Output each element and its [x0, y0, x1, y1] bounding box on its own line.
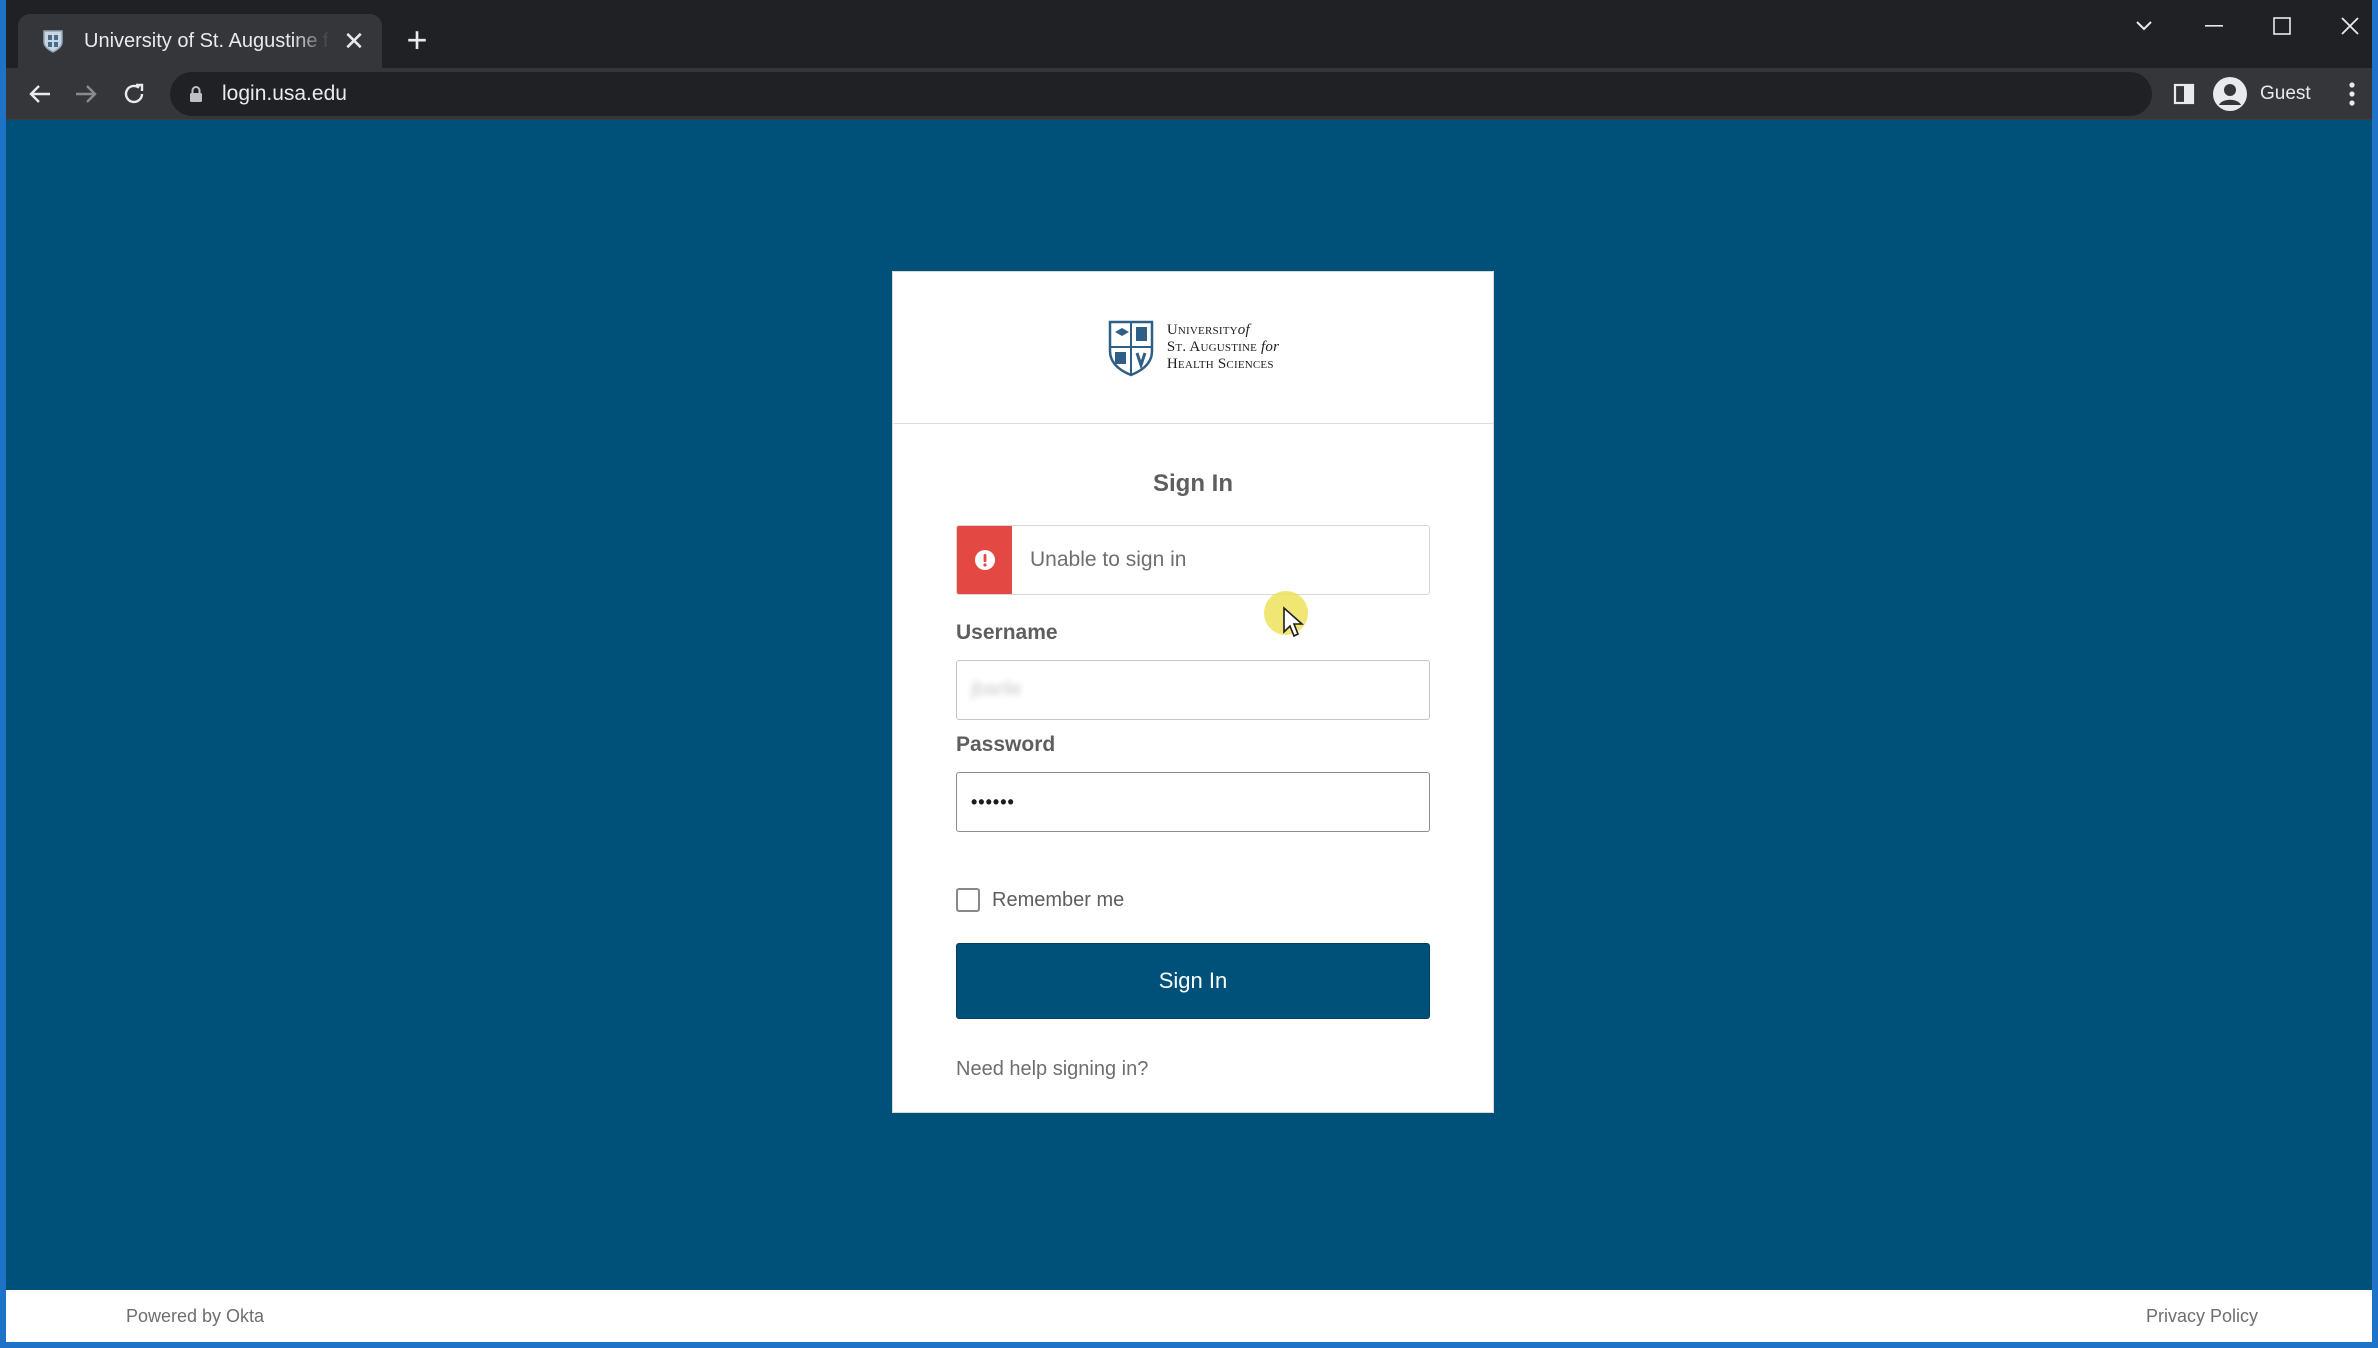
back-arrow-icon[interactable]	[20, 74, 60, 114]
password-input[interactable]: ••••••	[956, 772, 1430, 832]
signin-title: Sign In	[1153, 470, 1233, 497]
window-close-icon[interactable]	[2322, 6, 2372, 46]
username-label: Username	[956, 621, 1058, 644]
powered-by-okta: Powered by Okta	[126, 1305, 265, 1326]
maximize-icon[interactable]	[2254, 6, 2310, 46]
page-footer: Powered by Okta Privacy Policy	[6, 1290, 2372, 1342]
guest-avatar-icon	[2213, 77, 2247, 111]
username-input[interactable]: jbarile	[956, 660, 1430, 720]
shield-favicon-icon	[43, 30, 63, 53]
university-crest-icon	[1108, 320, 1154, 376]
tab-strip: University of St. Augustine for Health S…	[6, 0, 2372, 68]
signin-card: Universityof St. Augustine for Health Sc…	[892, 271, 1494, 1113]
tab-search-chevron-icon[interactable]	[2116, 6, 2172, 46]
mouse-pointer-icon	[1283, 606, 1304, 638]
forward-arrow-icon[interactable]	[66, 74, 106, 114]
remember-me-label: Remember me	[992, 888, 1125, 911]
signin-button[interactable]: Sign In	[956, 943, 1430, 1019]
profile-label: Guest	[2260, 83, 2311, 104]
reload-icon[interactable]	[114, 74, 154, 114]
address-bar[interactable]: login.usa.edu	[170, 72, 2152, 116]
card-header: Universityof St. Augustine for Health Sc…	[893, 272, 1493, 424]
browser-window: University of St. Augustine for Health S…	[6, 0, 2372, 1342]
browser-tab[interactable]: University of St. Augustine for Health S…	[18, 14, 382, 68]
university-logo: Universityof St. Augustine for Health Sc…	[1107, 319, 1279, 377]
profile-button[interactable]: Guest	[2212, 74, 2328, 114]
password-label: Password	[956, 733, 1056, 756]
lock-icon	[190, 86, 202, 102]
exclamation-icon	[974, 550, 995, 570]
minimize-icon[interactable]	[2186, 6, 2242, 46]
menu-kebab-icon[interactable]	[2332, 74, 2372, 114]
new-tab-button[interactable]: +	[398, 22, 436, 60]
tab-close-icon[interactable]: ✕	[340, 27, 368, 55]
username-value: jbarile	[971, 679, 1022, 700]
university-logo-wordmark: Universityof St. Augustine for Health Sc…	[1166, 322, 1280, 372]
remember-me[interactable]: Remember me	[956, 888, 1124, 912]
error-alert-icon-box	[957, 526, 1012, 594]
remember-me-checkbox[interactable]	[956, 888, 980, 912]
error-alert: Unable to sign in	[956, 525, 1430, 595]
url-text: login.usa.edu	[222, 82, 347, 105]
side-panel-icon[interactable]	[2164, 74, 2204, 114]
privacy-policy-link[interactable]: Privacy Policy	[2146, 1306, 2258, 1327]
password-value: ••••••	[971, 791, 1015, 812]
help-link[interactable]: Need help signing in?	[956, 1058, 1148, 1081]
error-message: Unable to sign in	[1030, 548, 1187, 571]
browser-toolbar: login.usa.edu Guest	[6, 68, 2372, 120]
tab-title: University of St. Augustine for Health S…	[84, 29, 330, 52]
